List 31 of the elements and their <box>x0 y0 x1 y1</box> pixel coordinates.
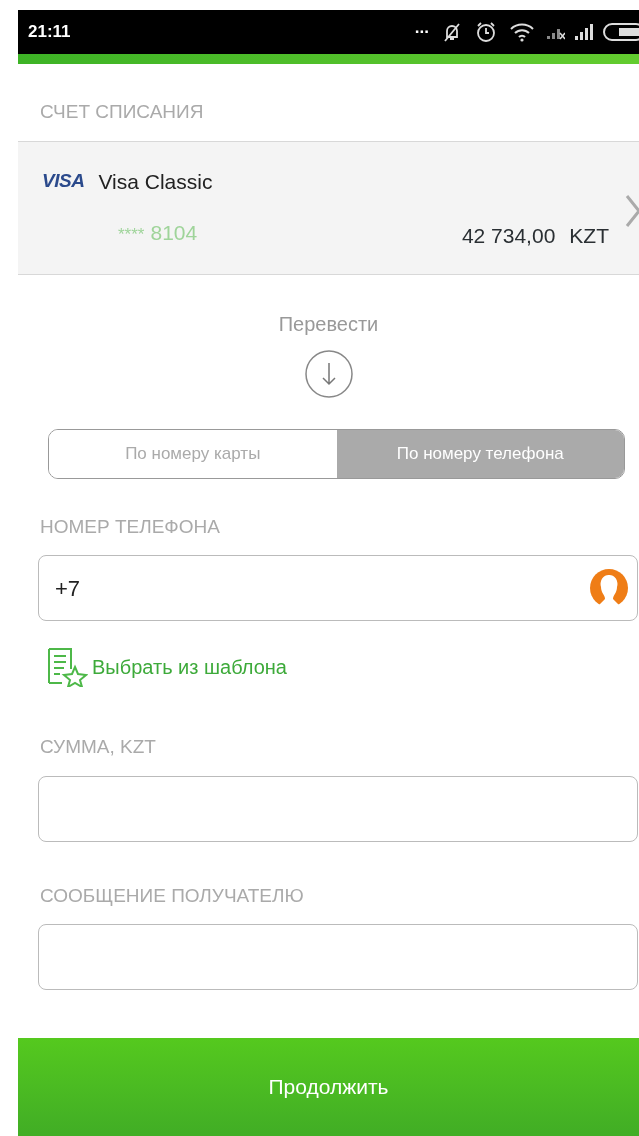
signal-icon <box>573 22 595 42</box>
phone-value: +7 <box>55 574 81 603</box>
field-label: СУММА, KZT <box>39 735 157 759</box>
continue-button[interactable]: Продолжить <box>18 1038 639 1136</box>
no-signal-icon <box>547 29 565 41</box>
muted-bell-icon <box>441 21 463 43</box>
status-dots: ... <box>414 17 429 40</box>
account-balance: 42 734,00 <box>461 223 556 249</box>
field-label: НОМЕР ТЕЛЕФОНА <box>39 514 221 539</box>
template-list-icon[interactable] <box>46 647 88 687</box>
section-label: СЧЕТ СПИСАНИЯ <box>39 100 205 124</box>
field-label: СООБЩЕНИЕ ПОЛУЧАТЕЛЮ <box>39 883 305 908</box>
alarm-clock-icon <box>475 21 497 43</box>
status-time: 21:11 <box>28 21 71 44</box>
input-field[interactable] <box>38 775 638 842</box>
transfer-label: Перевести <box>278 311 379 337</box>
input-field[interactable] <box>38 924 638 990</box>
card-number-mask: **** <box>118 224 145 246</box>
card-number: 8104 <box>150 220 198 246</box>
account-card[interactable]: VISA Visa Classic **** 8104 42 734,00 KZT <box>18 140 639 275</box>
card-brand-logo: VISA <box>42 169 85 193</box>
contact-person-icon[interactable] <box>589 568 629 608</box>
wifi-icon <box>509 22 535 42</box>
phone-field[interactable]: +7 <box>38 555 638 621</box>
currency: KZT <box>569 223 609 249</box>
mode-tab[interactable]: По номеру телефона <box>336 429 624 478</box>
chevron-right-icon <box>625 193 639 228</box>
card-name: Visa Classic <box>98 168 213 195</box>
template-link[interactable]: Выбрать из шаблона <box>92 652 287 682</box>
battery-icon <box>603 23 639 41</box>
arrow-down-icon[interactable] <box>303 348 354 399</box>
